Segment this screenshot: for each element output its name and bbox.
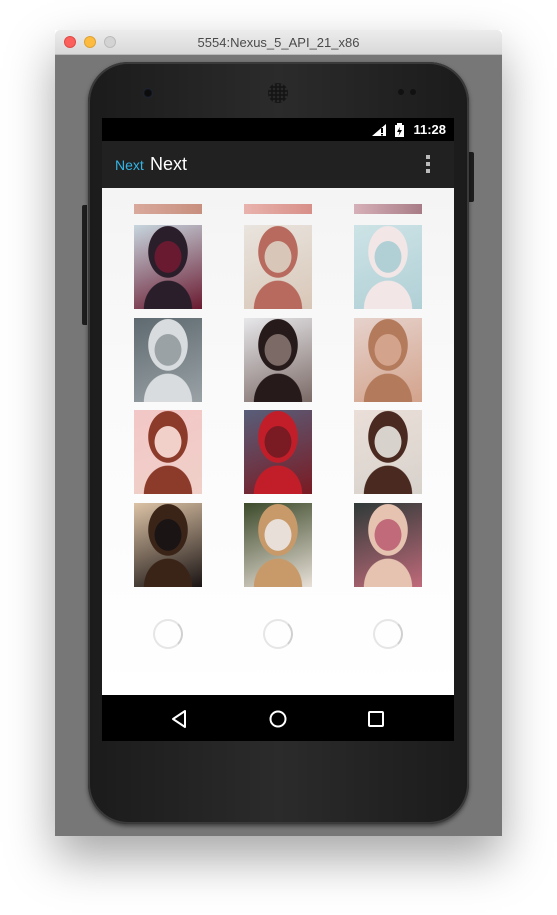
photo-thumbnail-partial[interactable] xyxy=(244,204,312,214)
photo-thumbnail[interactable] xyxy=(134,503,202,587)
back-triangle-icon[interactable] xyxy=(169,708,191,730)
photo-thumbnail[interactable] xyxy=(354,318,422,402)
light-sensor-icon xyxy=(410,89,416,95)
loading-spinner-icon xyxy=(153,619,183,649)
photo-thumbnail[interactable] xyxy=(244,410,312,494)
photo-thumbnail[interactable] xyxy=(134,318,202,402)
loading-spinner-icon xyxy=(373,619,403,649)
status-time: 11:28 xyxy=(413,122,446,137)
power-button[interactable] xyxy=(469,152,474,202)
photo-thumbnail-partial[interactable] xyxy=(354,204,422,214)
photo-thumbnail[interactable] xyxy=(244,225,312,309)
app-subtitle: Next xyxy=(115,157,144,173)
photo-thumbnail[interactable] xyxy=(354,503,422,587)
photo-thumbnail[interactable] xyxy=(244,503,312,587)
photo-thumbnail[interactable] xyxy=(134,225,202,309)
window-titlebar[interactable]: 5554:Nexus_5_API_21_x86 xyxy=(55,30,502,55)
device-screen: 11:28 Next Next xyxy=(102,118,454,741)
speaker-grille-icon xyxy=(268,83,288,103)
loading-spinner-icon xyxy=(263,619,293,649)
proximity-sensor-icon xyxy=(398,89,404,95)
status-bar: 11:28 xyxy=(102,118,454,141)
photo-thumbnail[interactable] xyxy=(354,410,422,494)
volume-button[interactable] xyxy=(82,205,87,325)
home-circle-icon[interactable] xyxy=(267,708,289,730)
window-title: 5554:Nexus_5_API_21_x86 xyxy=(197,35,360,50)
photo-thumbnail[interactable] xyxy=(134,410,202,494)
photo-thumbnail[interactable] xyxy=(354,225,422,309)
photo-grid[interactable] xyxy=(102,188,454,695)
signal-icon xyxy=(372,124,386,136)
action-bar: Next Next xyxy=(102,141,454,188)
recents-square-icon[interactable] xyxy=(365,708,387,730)
battery-charging-icon xyxy=(395,123,404,137)
photo-thumbnail-partial[interactable] xyxy=(134,204,202,214)
front-camera-icon xyxy=(143,88,153,98)
more-vert-icon[interactable] xyxy=(426,155,432,175)
app-title: Next xyxy=(150,154,188,174)
photo-thumbnail[interactable] xyxy=(244,318,312,402)
navigation-bar xyxy=(102,695,454,741)
